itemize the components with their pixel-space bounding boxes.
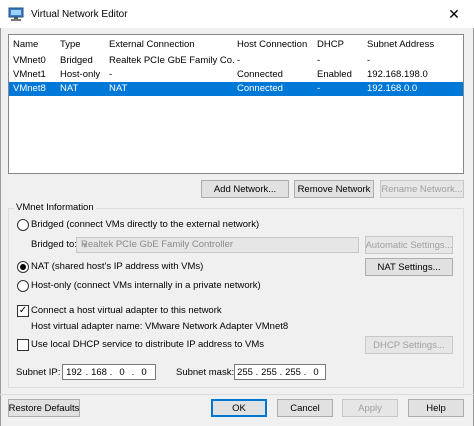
cell-external-connection: Realtek PCIe GbE Family Co... [109,55,235,66]
nat-label[interactable]: NAT (shared host's IP address with VMs) [31,261,203,273]
cell-name: VMnet0 [13,55,46,66]
ok-button[interactable]: OK [211,399,267,417]
list-header: Name Type External Connection Host Conne… [9,38,463,52]
table-row-selected[interactable]: VMnet8 NAT NAT Connected - 192.168.0.0 [9,82,463,96]
restore-defaults-button[interactable]: Restore Defaults [8,399,80,417]
add-network-button[interactable]: Add Network... [201,180,289,198]
nat-settings-button[interactable]: NAT Settings... [365,258,453,276]
subnet-ip-octet: 192 [66,366,82,378]
cell-type: Bridged [60,55,93,66]
column-header-subnet-address[interactable]: Subnet Address [367,38,457,52]
subnet-ip-octet: 168 [91,366,107,378]
dhcp-checkbox[interactable] [17,339,29,351]
help-button[interactable]: Help [408,399,464,417]
title-bar: Virtual Network Editor ✕ [0,0,474,28]
connect-adapter-label[interactable]: Connect a host virtual adapter to this n… [31,305,222,317]
footer-divider [0,394,474,395]
dhcp-settings-button[interactable]: DHCP Settings... [365,336,453,354]
subnet-mask-label: Subnet mask: [176,367,235,378]
cell-subnet-address: 192.168.0.0 [367,83,418,94]
cell-host-connection: - [237,55,241,66]
remove-network-button[interactable]: Remove Network [294,180,374,198]
subnet-ip-label: Subnet IP: [16,367,61,378]
host-only-radio[interactable] [17,280,29,292]
apply-button[interactable]: Apply [342,399,398,417]
cell-name: VMnet1 [13,69,46,80]
subnet-ip-octet: 0 [141,366,147,378]
subnet-mask-octet: 0 [313,366,319,378]
table-row[interactable]: VMnet0 Bridged Realtek PCIe GbE Family C… [9,54,463,68]
column-header-dhcp[interactable]: DHCP [317,38,367,52]
host-only-label[interactable]: Host-only (connect VMs internally in a p… [31,280,261,292]
vmnet-information-label: VMnet Information [14,202,96,213]
cell-type: NAT [60,83,79,94]
network-app-icon [8,6,24,22]
subnet-mask-input[interactable]: 255. 255. 255. 0 [234,364,326,380]
connect-adapter-checkbox[interactable]: ✓ [17,305,29,317]
cell-external-connection: NAT [109,83,128,94]
cell-host-connection: Connected [237,69,283,80]
table-row[interactable]: VMnet1 Host-only - Connected Enabled 192… [9,68,463,82]
subnet-ip-octet: 0 [119,366,125,378]
subnet-mask-octet: 255 [237,366,253,378]
cell-host-connection: Connected [237,83,283,94]
column-header-host-connection[interactable]: Host Connection [237,38,317,52]
rename-network-button[interactable]: Rename Network... [380,180,464,198]
column-header-name[interactable]: Name [13,38,59,52]
cell-subnet-address: - [367,55,371,66]
subnet-mask-octet: 255 [285,366,301,378]
cell-name: VMnet8 [13,83,46,94]
nat-radio[interactable] [17,261,29,273]
dhcp-label[interactable]: Use local DHCP service to distribute IP … [31,339,264,351]
bridged-to-dropdown[interactable]: Realtek PCIe GbE Family Controller ▼ [76,237,359,253]
cell-subnet-address: 192.168.198.0 [367,69,428,80]
subnet-mask-octet: 255 [261,366,277,378]
subnet-ip-input[interactable]: 192. 168. 0. 0 [62,364,156,380]
cell-external-connection: - [109,69,113,80]
cell-dhcp: - [317,55,321,66]
chevron-down-icon: ▼ [81,241,89,250]
cancel-button[interactable]: Cancel [277,399,333,417]
bridged-radio[interactable] [17,219,29,231]
vmnet-information-group [8,208,464,388]
bridged-to-label: Bridged to: [31,239,77,250]
network-list[interactable]: Name Type External Connection Host Conne… [8,34,464,174]
adapter-name-text: Host virtual adapter name: VMware Networ… [31,321,289,332]
close-icon[interactable]: ✕ [434,0,474,28]
cell-dhcp: - [317,83,321,94]
column-header-type[interactable]: Type [60,38,108,52]
cell-dhcp: Enabled [317,69,352,80]
column-header-external-connection[interactable]: External Connection [109,38,235,52]
window-title: Virtual Network Editor [31,8,128,20]
cell-type: Host-only [60,69,101,80]
automatic-settings-button[interactable]: Automatic Settings... [365,236,453,254]
bridged-label[interactable]: Bridged (connect VMs directly to the ext… [31,219,259,231]
